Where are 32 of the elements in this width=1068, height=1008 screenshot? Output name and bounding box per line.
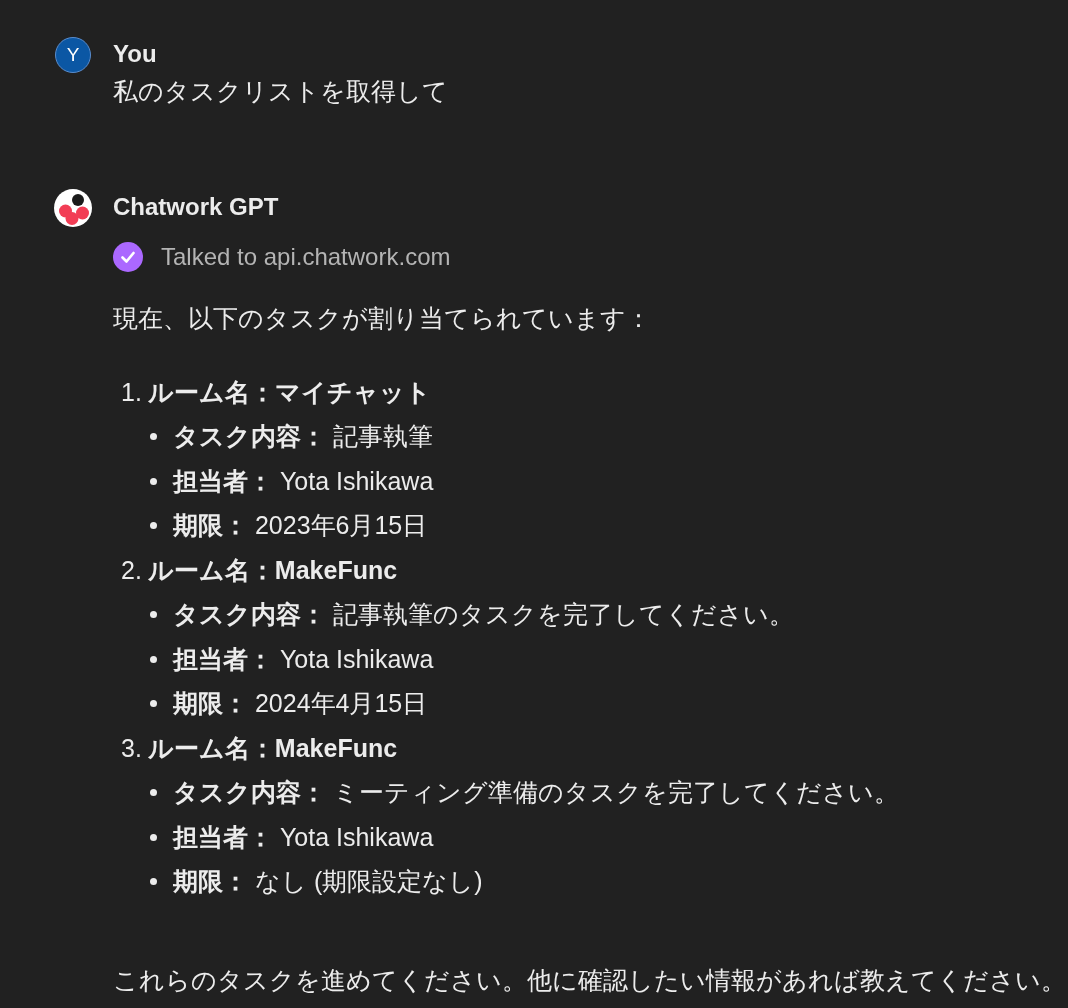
- task-detail: 担当者： Yota Ishikawa: [173, 465, 434, 497]
- bullet-icon: [150, 433, 157, 441]
- task-detail: 担当者： Yota Ishikawa: [173, 643, 434, 675]
- room-heading: ルーム名：MakeFunc: [147, 554, 398, 586]
- task-detail: 期限： 2024年4月15日: [173, 688, 428, 720]
- room-heading: ルーム名：マイチャット: [147, 376, 431, 408]
- bullet-icon: [150, 833, 157, 841]
- task-detail: タスク内容： 記事執筆のタスクを完了してください。: [173, 599, 794, 631]
- dots-logo-icon: [54, 189, 92, 227]
- bullet-icon: [150, 789, 157, 797]
- closing-text: これらのタスクを進めてください。他に確認したい情報があれば教えてください。: [113, 965, 1066, 996]
- room-heading: ルーム名：MakeFunc: [147, 732, 398, 764]
- list-number: 1.: [121, 377, 142, 407]
- message-text: 私のタスクリストを取得して: [113, 76, 448, 107]
- task-detail: タスク内容： ミーティング準備のタスクを完了してください。: [173, 777, 899, 809]
- bullet-icon: [150, 878, 157, 886]
- task-detail: 担当者： Yota Ishikawa: [173, 821, 434, 853]
- bullet-icon: [150, 522, 157, 530]
- author-name: Chatwork GPT: [113, 192, 280, 222]
- tool-status-text: Talked to api.chatwork.com: [161, 242, 451, 272]
- user-avatar: Y: [55, 37, 91, 73]
- list-number: 3.: [121, 733, 142, 763]
- list-number: 2.: [121, 555, 142, 585]
- author-name: You: [113, 39, 158, 69]
- bullet-icon: [150, 700, 157, 708]
- bullet-icon: [150, 655, 157, 663]
- task-detail: 期限： なし (期限設定なし): [173, 866, 483, 898]
- bullet-icon: [150, 477, 157, 485]
- bullet-icon: [150, 611, 157, 619]
- intro-text: 現在、以下のタスクが割り当てられています：: [113, 303, 652, 334]
- task-detail: タスク内容： 記事執筆: [173, 421, 433, 453]
- task-detail: 期限： 2023年6月15日: [173, 510, 428, 542]
